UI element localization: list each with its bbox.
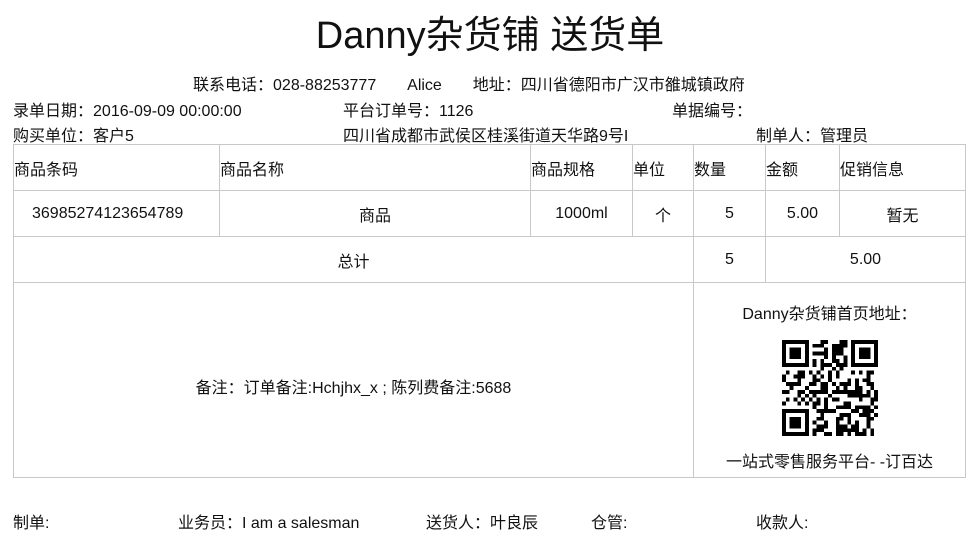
cell-barcode: 36985274123654789 [13,190,220,237]
total-amount: 5.00 [765,236,966,283]
remark-cell: 备注：订单备注:Hchjhx_x ; 陈列费备注:5688 [13,282,694,478]
date-value: 2016-09-09 00:00:00 [93,103,242,120]
footer-deliverer: 送货人：叶良辰 [426,509,538,533]
notes-row: 备注：订单备注:Hchjhx_x ; 陈列费备注:5688 Danny杂货铺首页… [13,282,966,478]
buyer-value: 客户5 [93,128,134,145]
header-amount: 金额 [765,144,840,191]
header-unit: 单位 [632,144,694,191]
deliverer-label: 送货人： [426,515,491,532]
total-label: 总计 [13,236,694,283]
date-label: 录单日期： [13,103,94,120]
doc-label: 单据编号： [672,103,753,120]
contact-name: Alice [407,77,442,94]
footer-warehouse: 仓管: [591,515,628,532]
address-label: 地址： [472,77,521,94]
header-promotion: 促销信息 [839,144,966,191]
deliverer-value: 叶良辰 [490,515,539,532]
cell-spec: 1000ml [530,190,633,237]
buyer-address: 四川省成都市武侯区桂溪街道天华路9号I [343,128,629,145]
cell-name: 商品 [219,190,531,237]
total-quantity: 5 [693,236,766,283]
goods-table: 商品条码 商品名称 商品规格 单位 数量 金额 促销信息 36985274123… [13,144,966,478]
cell-unit: 个 [632,190,694,237]
document-maker: 制单人：管理员 [756,122,868,146]
buyer-label: 购买单位： [13,128,94,145]
homepage-label: Danny杂货铺首页地址： [742,306,917,323]
phone-value: 028-88253777 [273,77,377,94]
maker-label: 制单人： [756,128,821,145]
qr-code-icon [781,340,878,436]
address-value: 四川省德阳市广汉市雒城镇政府 [520,77,745,94]
order-label: 平台订单号： [343,103,440,120]
platform-order: 平台订单号：1126 [343,97,473,121]
table-row: 36985274123654789 商品 1000ml 个 5 5.00 暂无 [13,190,966,237]
header-spec: 商品规格 [530,144,633,191]
header-name: 商品名称 [219,144,531,191]
entry-date: 录单日期：2016-09-09 00:00:00 [13,97,242,121]
header-barcode: 商品条码 [13,144,220,191]
salesman-label: 业务员： [178,515,243,532]
footer-salesman: 业务员：I am a salesman [178,509,359,533]
platform-slogan: 一站式零售服务平台- -订百达 [725,454,934,471]
cell-amount: 5.00 [765,190,840,237]
page-title: Danny杂货铺 送货单 [315,15,665,57]
maker-value: 管理员 [820,128,869,145]
order-value: 1126 [439,103,474,120]
header-quantity: 数量 [693,144,766,191]
footer-payee: 收款人: [756,515,809,532]
table-header-row: 商品条码 商品名称 商品规格 单位 数量 金额 促销信息 [13,144,966,191]
cell-quantity: 5 [693,190,766,237]
buyer: 购买单位：客户5 [13,122,134,146]
total-row: 总计 5 5.00 [13,236,966,283]
homepage-cell: Danny杂货铺首页地址： 一站式零售服务平台- -订百达 [693,282,966,478]
document-number: 单据编号： [672,97,752,121]
phone-label: 联系电话： [193,77,274,94]
remark-text: 备注：订单备注:Hchjhx_x ; 陈列费备注:5688 [195,380,512,397]
cell-promotion: 暂无 [839,190,966,237]
salesman-value: I am a salesman [242,515,360,532]
footer-maker: 制单: [13,515,50,532]
contact-line: 联系电话：028-88253777 Alice 地址：四川省德阳市广汉市雒城镇政… [193,71,745,95]
